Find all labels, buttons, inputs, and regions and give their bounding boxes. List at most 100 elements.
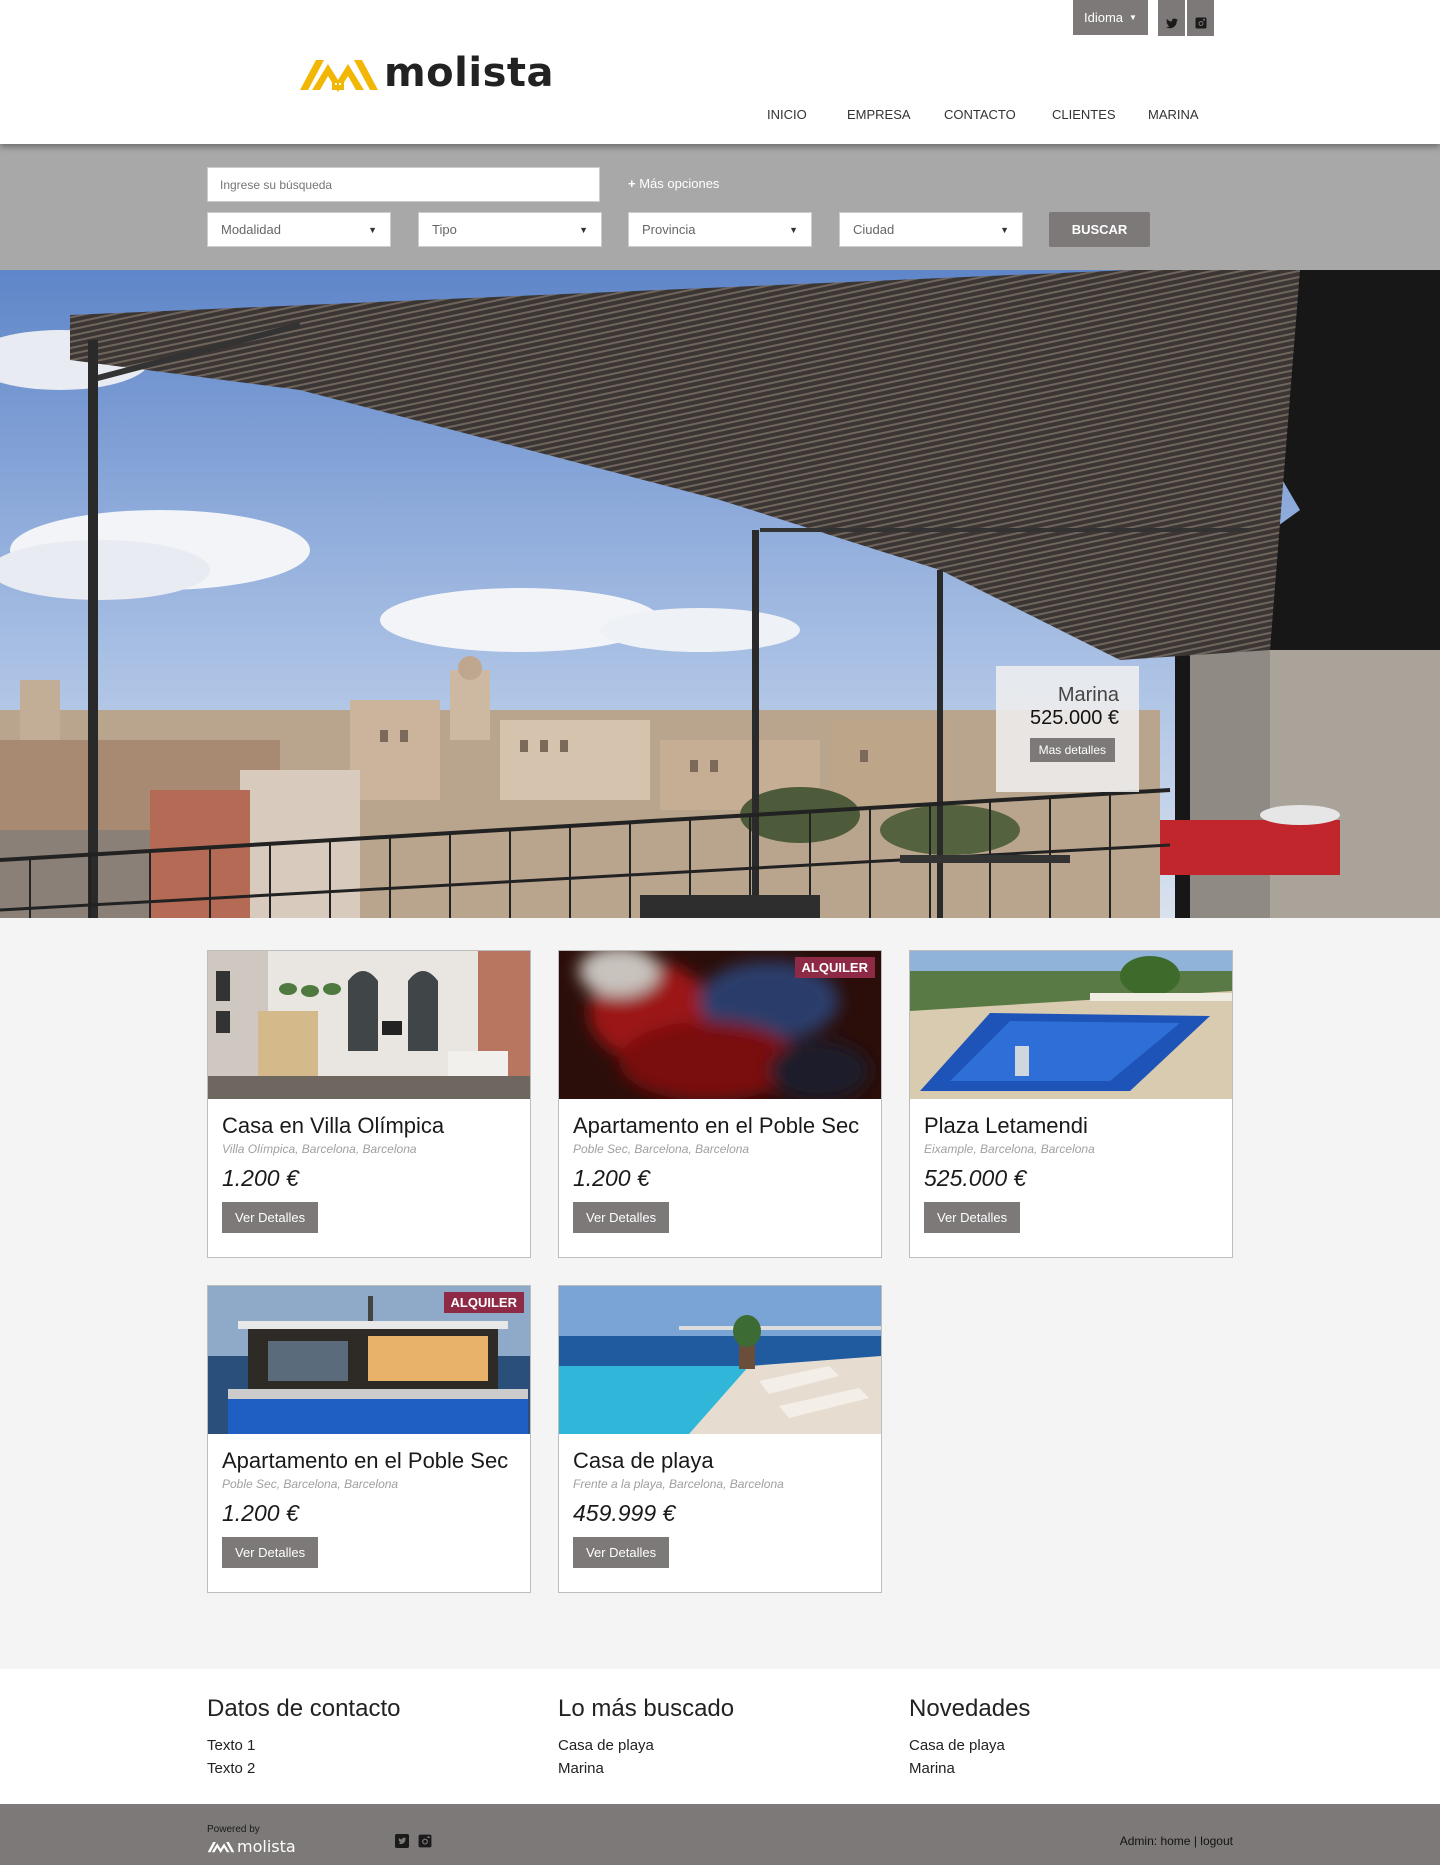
footer-columns: Datos de contacto Texto 1 Texto 2 Lo más… (0, 1669, 1440, 1804)
listing-card[interactable]: Casa en Villa Olímpica Villa Olímpica, B… (207, 950, 531, 1258)
details-button[interactable]: Ver Detalles (924, 1202, 1021, 1233)
twitter-button[interactable] (1158, 0, 1185, 36)
listing-price: 1.200 € (573, 1165, 650, 1191)
caret-down-icon: ▼ (579, 224, 588, 235)
search-input[interactable] (207, 167, 600, 202)
admin-home-link[interactable]: home (1160, 1834, 1190, 1848)
site-header: molista Idioma ▼ INICIO EMPRESA CONTACTO… (0, 0, 1440, 144)
listing-image (559, 1286, 881, 1434)
caret-down-icon: ▼ (1000, 224, 1009, 235)
footer-most-searched: Lo más buscado Casa de playa Marina (558, 1694, 734, 1780)
footer-link[interactable]: Texto 2 (207, 1757, 400, 1780)
modalidad-select[interactable]: Modalidad ▼ (207, 212, 391, 247)
listing-badge: ALQUILER (794, 957, 875, 978)
listing-body: Casa de playa Frente a la playa, Barcelo… (559, 1434, 881, 1568)
listing-price: 1.200 € (222, 1165, 299, 1191)
plus-icon: + (628, 176, 636, 191)
nav-clientes[interactable]: CLIENTES (1052, 107, 1116, 122)
listing-location: Poble Sec, Barcelona, Barcelona (573, 1142, 750, 1156)
listing-location: Villa Olímpica, Barcelona, Barcelona (222, 1142, 417, 1156)
listing-location: Poble Sec, Barcelona, Barcelona (222, 1477, 399, 1491)
main-nav: INICIO EMPRESA CONTACTO CLIENTES MARINA (0, 107, 1440, 127)
listing-body: Apartamento en el Poble Sec Poble Sec, B… (559, 1099, 881, 1233)
instagram-button[interactable] (1187, 0, 1214, 36)
footer-link[interactable]: Marina (909, 1757, 1030, 1780)
hero-details-button[interactable]: Mas detalles (1029, 738, 1115, 762)
listing-body: Apartamento en el Poble Sec Poble Sec, B… (208, 1434, 530, 1568)
select-value: Tipo (432, 222, 457, 237)
hero-price: 525.000 € (1030, 707, 1119, 729)
nav-empresa[interactable]: EMPRESA (847, 107, 911, 122)
listing-image (208, 951, 530, 1099)
details-button[interactable]: Ver Detalles (573, 1537, 670, 1568)
footer-link[interactable]: Marina (558, 1757, 734, 1780)
caret-down-icon: ▼ (1129, 13, 1137, 22)
details-button[interactable]: Ver Detalles (222, 1537, 319, 1568)
footer-contact: Datos de contacto Texto 1 Texto 2 (207, 1694, 400, 1780)
footer-link[interactable]: Casa de playa (558, 1734, 734, 1757)
hero-image (0, 270, 1440, 918)
listing-card[interactable]: Casa de playa Frente a la playa, Barcelo… (558, 1285, 882, 1593)
caret-down-icon: ▼ (789, 224, 798, 235)
listing-badge: ALQUILER (443, 1292, 524, 1313)
logo-text: molista (384, 50, 555, 96)
listing-price: 525.000 € (924, 1165, 1027, 1191)
details-button[interactable]: Ver Detalles (573, 1202, 670, 1233)
search-button[interactable]: BUSCAR (1049, 212, 1150, 247)
provincia-select[interactable]: Provincia ▼ (628, 212, 812, 247)
listing-body: Plaza Letamendi Eixample, Barcelona, Bar… (910, 1099, 1232, 1233)
listing-price: 1.200 € (222, 1500, 299, 1526)
listing-card[interactable]: ALQUILER Apartamento en el Poble Sec Pob… (207, 1285, 531, 1593)
listing-photo[interactable] (208, 951, 530, 1099)
footer-twitter-button[interactable] (395, 1834, 409, 1848)
listing-photo[interactable]: ALQUILER (208, 1286, 530, 1434)
listing-card[interactable]: Plaza Letamendi Eixample, Barcelona, Bar… (909, 950, 1233, 1258)
listing-title[interactable]: Apartamento en el Poble Sec (222, 1448, 516, 1474)
caret-down-icon: ▼ (368, 224, 377, 235)
listing-photo[interactable] (910, 951, 1232, 1099)
details-button[interactable]: Ver Detalles (222, 1202, 319, 1233)
language-label: Idioma (1084, 10, 1124, 25)
nav-inicio[interactable]: INICIO (767, 107, 807, 122)
search-panel: + Más opciones Modalidad ▼ Tipo ▼ Provin… (0, 144, 1440, 270)
instagram-icon (1195, 17, 1206, 29)
logo-mark-icon (300, 60, 378, 92)
footer-heading: Novedades (909, 1695, 1031, 1722)
footer-link[interactable]: Casa de playa (909, 1734, 1030, 1757)
listing-photo[interactable] (559, 1286, 881, 1434)
listing-price: 459.999 € (573, 1500, 676, 1526)
more-options-link[interactable]: + Más opciones (628, 176, 719, 191)
footer-link[interactable]: Texto 1 (207, 1734, 400, 1757)
listing-title[interactable]: Casa en Villa Olímpica (222, 1113, 516, 1139)
ciudad-select[interactable]: Ciudad ▼ (839, 212, 1023, 247)
hero-slider[interactable]: Marina 525.000 € Mas detalles (0, 270, 1440, 918)
listing-title[interactable]: Plaza Letamendi (924, 1113, 1218, 1139)
listing-photo[interactable]: ALQUILER (559, 951, 881, 1099)
footer-bar: Powered by molista Admin: home | logout (0, 1804, 1440, 1865)
powered-by-label: Powered by (207, 1824, 260, 1835)
site-logo[interactable]: molista (298, 52, 554, 94)
admin-links: Admin: home | logout (1120, 1834, 1233, 1848)
select-value: Ciudad (853, 222, 895, 237)
listing-image (910, 951, 1232, 1099)
admin-separator: | (1193, 1834, 1197, 1848)
footer-heading: Lo más buscado (558, 1695, 735, 1722)
tipo-select[interactable]: Tipo ▼ (418, 212, 602, 247)
powered-logo[interactable]: molista (207, 1837, 296, 1856)
listing-title[interactable]: Casa de playa (573, 1448, 867, 1474)
twitter-icon (1165, 18, 1178, 29)
more-options-label: Más opciones (639, 176, 720, 191)
select-value: Modalidad (221, 222, 281, 237)
footer-heading: Datos de contacto (207, 1695, 401, 1722)
listing-title[interactable]: Apartamento en el Poble Sec (573, 1113, 867, 1139)
admin-logout-link[interactable]: logout (1200, 1834, 1233, 1848)
nav-contacto[interactable]: CONTACTO (944, 107, 1016, 122)
admin-label: Admin: (1119, 1834, 1158, 1848)
language-dropdown[interactable]: Idioma ▼ (1073, 0, 1148, 35)
listing-card[interactable]: ALQUILER Apartamento en el Poble Sec Pob… (558, 950, 882, 1258)
hero-caption: Marina 525.000 € Mas detalles (996, 666, 1139, 792)
hero-title: Marina (1057, 684, 1119, 706)
logo-mark-icon (207, 1842, 235, 1853)
footer-instagram-button[interactable] (418, 1834, 432, 1848)
nav-marina[interactable]: MARINA (1148, 107, 1199, 122)
